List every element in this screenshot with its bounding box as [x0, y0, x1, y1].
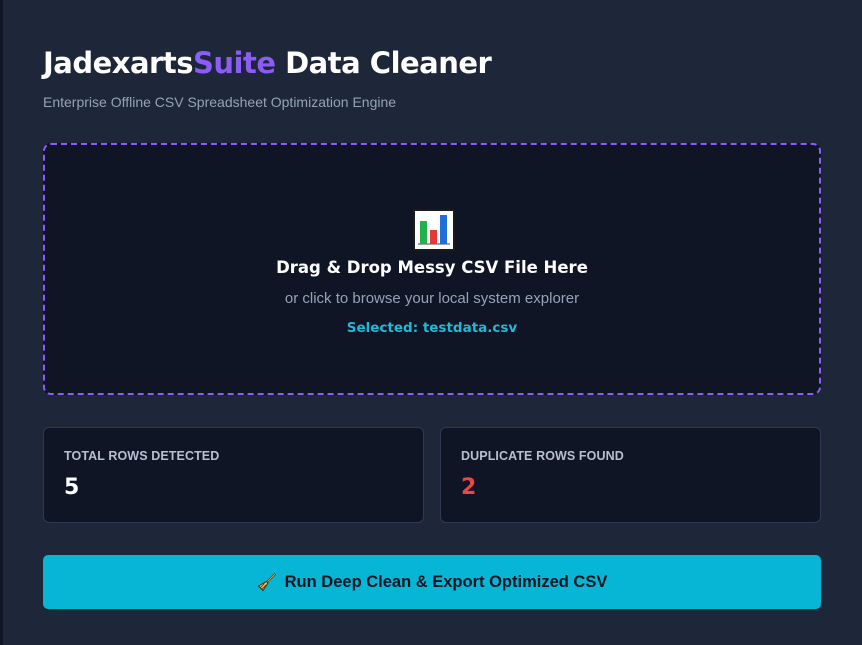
bar-chart-icon	[413, 209, 455, 251]
csv-dropzone[interactable]: Drag & Drop Messy CSV File Here or click…	[43, 143, 821, 395]
run-button-label: Run Deep Clean & Export Optimized CSV	[284, 573, 608, 591]
page-title: JadexartsSuite Data Cleaner	[43, 44, 492, 82]
broom-icon	[257, 573, 276, 592]
run-deep-clean-button[interactable]: Run Deep Clean & Export Optimized CSV	[43, 555, 821, 609]
selected-file-label: Selected: testdata.csv	[346, 320, 518, 336]
title-accent: Suite	[193, 46, 276, 80]
duplicate-rows-label: DUPLICATE ROWS FOUND	[461, 449, 624, 463]
duplicate-rows-value: 2	[461, 475, 477, 500]
app-panel: JadexartsSuite Data Cleaner Enterprise O…	[3, 0, 862, 645]
dropzone-title: Drag & Drop Messy CSV File Here	[276, 258, 588, 277]
page-subtitle: Enterprise Offline CSV Spreadsheet Optim…	[43, 94, 397, 110]
title-prefix: Jadexarts	[43, 46, 194, 80]
duplicate-rows-card: DUPLICATE ROWS FOUND 2	[440, 427, 821, 523]
total-rows-card: TOTAL ROWS DETECTED 5	[43, 427, 424, 523]
title-suffix: Data Cleaner	[275, 46, 492, 80]
dropzone-hint: or click to browse your local system exp…	[284, 290, 580, 307]
total-rows-label: TOTAL ROWS DETECTED	[64, 449, 220, 463]
total-rows-value: 5	[64, 475, 80, 500]
